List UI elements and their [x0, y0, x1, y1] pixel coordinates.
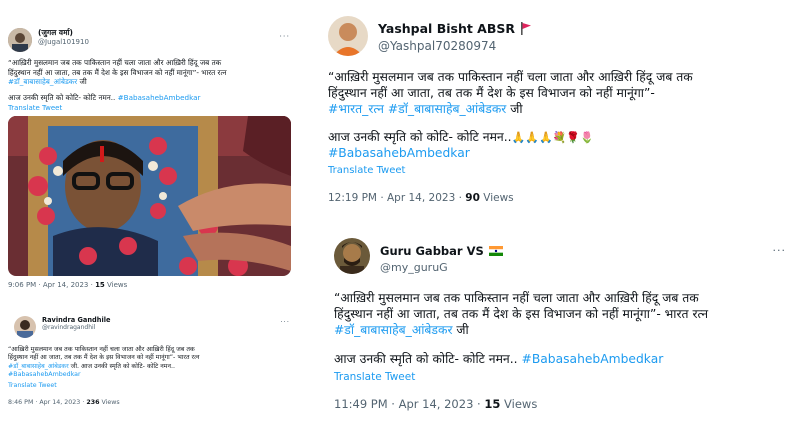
views-count: 236 — [86, 399, 100, 407]
avatar[interactable] — [8, 28, 32, 52]
tweet-text-line: #डॉ_बाबासाहेब_आंबेडकर जी — [8, 77, 290, 87]
hashtag-link[interactable]: #BabasahebAmbedkar — [118, 93, 201, 102]
display-name[interactable]: (जुगल वर्मा) — [38, 28, 279, 38]
tweet-photo[interactable] — [8, 116, 291, 276]
tweet-card-ravindra[interactable]: Ravindra Gandhile @ravindragandhil ··· “… — [0, 310, 298, 420]
hashtag-link[interactable]: #डॉ_बाबासाहेब_आंबेडकर — [334, 323, 452, 337]
display-name[interactable]: Yashpal Bisht ABSR — [378, 21, 515, 36]
views-count: 90 — [465, 192, 480, 205]
display-name-row: Yashpal Bisht ABSR — [378, 18, 784, 37]
hashtag-link[interactable]: #BabasahebAmbedkar — [522, 352, 664, 366]
tweet-text-segment: आज उनकी स्मृति को कोटि- कोटि नमन.. — [8, 92, 116, 102]
views-count: 15 — [95, 281, 105, 289]
hashtag-link[interactable]: #BabasahebAmbedkar — [328, 146, 470, 160]
hashtag-link[interactable]: #डॉ_बाबासाहेब_आंबेडकर — [8, 77, 77, 86]
timestamp-link[interactable]: 9:06 PM · Apr 14, 2023 · — [8, 281, 95, 289]
avatar-image — [8, 28, 32, 52]
user-handle[interactable]: @Jugal101910 — [38, 38, 279, 46]
user-handle[interactable]: @Yashpal70280974 — [378, 39, 784, 53]
hashtag-link[interactable]: #डॉ_बाबासाहेब_आंबेडकर — [8, 363, 69, 370]
red-flag-icon — [521, 22, 532, 35]
tweet-text-line: आज उनकी स्मृति को कोटि- कोटि नमन.. #Baba… — [8, 93, 290, 103]
user-names: Guru Gabbar VS @my_guruG — [380, 238, 773, 274]
views-count: 15 — [484, 396, 501, 411]
tweet-text-line: #BabasahebAmbedkar — [8, 371, 290, 379]
tweet-text: “आख़िरी मुसलमान जब तक पाकिस्तान नहीं चला… — [8, 58, 290, 102]
views-label: Views — [104, 281, 128, 289]
views-label: Views — [500, 396, 538, 411]
tweet-text-segment: जी — [77, 77, 87, 86]
more-options-button[interactable]: ··· — [279, 32, 290, 41]
timestamp-link[interactable]: 8:46 PM · Apr 14, 2023 · — [8, 399, 86, 406]
tweet-text-line: #BabasahebAmbedkar — [328, 145, 784, 161]
tweet-text: “आख़िरी मुसलमान जब तक पाकिस्तान नहीं चला… — [8, 346, 290, 379]
tweet-text-line: #डॉ_बाबासाहेब_आंबेडकर जी. आज उनकी स्मृति… — [8, 363, 290, 371]
tweet-meta: 11:49 PM · Apr 14, 2023 · 15 Views — [334, 397, 786, 411]
more-options-button[interactable]: ··· — [773, 244, 787, 257]
tweet-meta: 9:06 PM · Apr 14, 2023 · 15 Views — [8, 281, 290, 289]
tweet-text-line: “आख़िरी मुसलमान जब तक पाकिस्तान नहीं चला… — [328, 70, 693, 84]
hashtag-link[interactable]: #भारत_रत्न #डॉ_बाबासाहेब_आंबेडकर — [328, 102, 506, 116]
tweet-text-line: आज उनकी स्मृति को कोटि- कोटि नमन.. #Baba… — [334, 351, 786, 367]
user-names: (जुगल वर्मा) @Jugal101910 — [38, 28, 279, 46]
tweet-text-line: हिंदुस्थान नहीं आ जाता, तब तक मैं देश के… — [8, 67, 227, 77]
tweet-text-segment: जी — [506, 102, 523, 117]
tweet-text-line: “आख़िरी मुसलमान जब तक पाकिस्तान नहीं चला… — [334, 291, 699, 305]
timestamp-link[interactable]: 12:19 PM · Apr 14, 2023 · — [328, 192, 465, 204]
translate-tweet-link[interactable]: Translate Tweet — [8, 382, 290, 389]
tweet-text-segment: आज उनकी स्मृति को कोटि- कोटि नमन.. — [328, 129, 512, 144]
emoji-sequence: 🙏🙏🙏💐🌹🌷 — [511, 130, 594, 144]
avatar-image — [328, 16, 368, 56]
translate-tweet-link[interactable]: Translate Tweet — [8, 104, 290, 112]
ambedkar-garland-photo — [8, 116, 291, 276]
tweet-header: Yashpal Bisht ABSR @Yashpal70280974 — [328, 16, 784, 56]
tweet-header: Ravindra Gandhile @ravindragandhil ··· — [8, 316, 290, 338]
tweet-card-guru-gabbar[interactable]: Guru Gabbar VS @my_guruG ··· “आख़िरी मुस… — [320, 232, 800, 442]
tweet-text: “आख़िरी मुसलमान जब तक पाकिस्तान नहीं चला… — [334, 290, 786, 367]
display-name[interactable]: Guru Gabbar VS — [380, 244, 484, 258]
avatar-image — [14, 316, 36, 338]
tweet-text-line: हिंदुस्थान नहीं आ जाता, तब तक मैं देश के… — [328, 86, 655, 101]
avatar[interactable] — [14, 316, 36, 338]
translate-tweet-link[interactable]: Translate Tweet — [328, 165, 784, 176]
tweet-card-yashpal[interactable]: Yashpal Bisht ABSR @Yashpal70280974 “आख़… — [312, 8, 800, 230]
tweet-text-segment: जी. आज उनकी स्मृति को कोटि- कोटि नमन.. — [68, 362, 175, 370]
views-label: Views — [99, 399, 120, 407]
tweet-card-jugal[interactable]: (जुगल वर्मा) @Jugal101910 ··· “आख़िरी मु… — [0, 22, 298, 305]
user-names: Ravindra Gandhile @ravindragandhil — [42, 316, 280, 331]
avatar-image — [334, 238, 370, 274]
tweet-text-segment: आज उनकी स्मृति को कोटि- कोटि नमन.. — [334, 351, 518, 366]
tweet-text-line: “आख़िरी मुसलमान जब तक पाकिस्तान नहीं चला… — [8, 58, 222, 67]
tweet-text-line: #डॉ_बाबासाहेब_आंबेडकर जी — [334, 322, 786, 338]
user-names: Yashpal Bisht ABSR @Yashpal70280974 — [378, 16, 784, 53]
tweet-text-line: आज उनकी स्मृति को कोटि- कोटि नमन..🙏🙏🙏💐🌹🌷 — [328, 129, 784, 146]
india-flag-icon — [488, 245, 503, 256]
translate-tweet-link[interactable]: Translate Tweet — [334, 371, 786, 383]
display-name[interactable]: Ravindra Gandhile — [42, 316, 280, 324]
user-handle[interactable]: @ravindragandhil — [42, 324, 280, 331]
tweet-meta: 8:46 PM · Apr 14, 2023 · 236 Views — [8, 399, 290, 406]
hashtag-link[interactable]: #BabasahebAmbedkar — [8, 371, 81, 378]
timestamp-link[interactable]: 11:49 PM · Apr 14, 2023 · — [334, 397, 484, 411]
user-handle[interactable]: @my_guruG — [380, 261, 773, 274]
tweet-meta: 12:19 PM · Apr 14, 2023 · 90 Views — [328, 192, 784, 204]
tweet-header: (जुगल वर्मा) @Jugal101910 ··· — [8, 28, 290, 52]
views-label: Views — [479, 192, 514, 205]
tweet-header: Guru Gabbar VS @my_guruG ··· — [334, 238, 786, 274]
more-options-button[interactable]: ··· — [280, 318, 290, 326]
tweet-text: “आख़िरी मुसलमान जब तक पाकिस्तान नहीं चला… — [328, 69, 784, 161]
tweet-text-line: हिंदुस्थान नहीं आ जाता, तब तक मैं देश के… — [8, 354, 200, 362]
tweet-text-line: #भारत_रत्न #डॉ_बाबासाहेब_आंबेडकर जी — [328, 101, 784, 117]
avatar[interactable] — [328, 16, 368, 56]
tweet-text-line: हिंदुस्थान नहीं आ जाता, तब तक मैं देश के… — [334, 307, 709, 322]
avatar[interactable] — [334, 238, 370, 274]
tweet-text-segment: जी — [452, 323, 469, 338]
display-name-row: Guru Gabbar VS — [380, 240, 773, 259]
